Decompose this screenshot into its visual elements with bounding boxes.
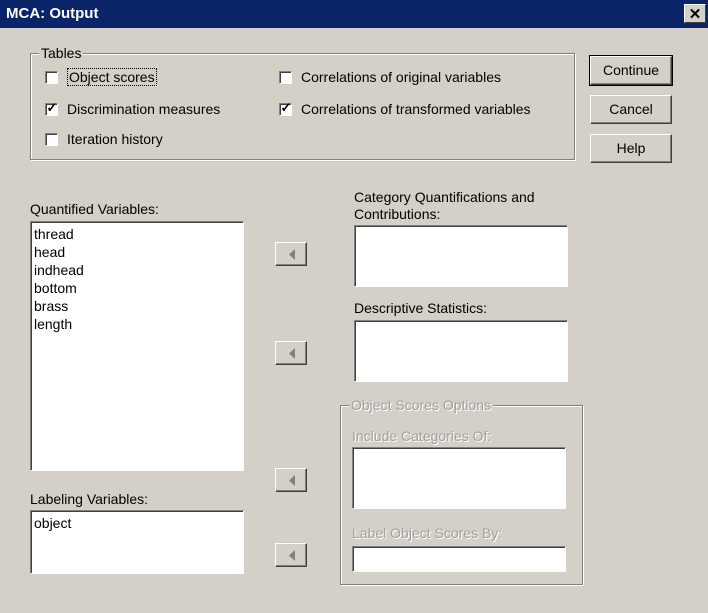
label-object-scores-field [352, 546, 566, 572]
correlations-original-label: Correlations of original variables [301, 69, 501, 85]
object-scores-options-label: Object Scores Options [349, 396, 494, 414]
iteration-history-checkbox[interactable]: Iteration history [45, 129, 163, 149]
left-arrow-icon [289, 348, 295, 359]
label-object-scores-label: Label Object Scores By: [352, 525, 503, 541]
tables-group-label: Tables [39, 44, 84, 62]
quantified-variables-list[interactable]: thread head indhead bottom brass length [30, 221, 244, 471]
cancel-button[interactable]: Cancel [590, 95, 672, 124]
list-item[interactable]: thread [34, 225, 240, 243]
move-to-category-quantifications-button[interactable] [275, 242, 307, 266]
continue-button-label: Continue [602, 62, 660, 78]
cancel-button-label: Cancel [609, 101, 653, 117]
list-item[interactable]: object [34, 514, 240, 532]
labeling-variables-list[interactable]: object [30, 510, 244, 574]
object-scores-label: Object scores [67, 68, 157, 86]
descriptive-statistics-label: Descriptive Statistics: [354, 300, 488, 316]
correlations-original-checkbox[interactable]: Correlations of original variables [279, 67, 501, 87]
list-item[interactable]: bottom [34, 279, 240, 297]
category-quantifications-label-line1: Category Quantifications and [354, 189, 535, 205]
close-icon: ✕ [688, 6, 702, 23]
object-scores-checkbox[interactable]: Object scores [45, 67, 157, 87]
checkbox-box[interactable] [45, 132, 58, 146]
left-arrow-icon [289, 475, 295, 486]
checkbox-box[interactable] [45, 70, 58, 84]
list-item[interactable]: length [34, 315, 240, 333]
checkmark-icon: ✓ [280, 99, 292, 115]
category-quantifications-list[interactable] [354, 225, 568, 287]
left-arrow-icon [289, 550, 295, 561]
include-categories-list [352, 447, 566, 509]
close-button[interactable]: ✕ [684, 4, 706, 23]
checkbox-box[interactable] [279, 70, 292, 84]
labeling-variables-label: Labeling Variables: [30, 491, 149, 507]
help-button-label: Help [616, 140, 646, 156]
category-quantifications-label-line2: Contributions: [354, 206, 441, 222]
quantified-variables-label: Quantified Variables: [30, 201, 159, 217]
window-title: MCA: Output [6, 5, 99, 22]
tables-group: Tables Object scores ✓ Discrimination me… [30, 44, 575, 160]
checkmark-icon: ✓ [46, 99, 58, 115]
include-categories-label: Include Categories Of: [352, 428, 492, 444]
help-button[interactable]: Help [590, 134, 672, 163]
discrimination-measures-checkbox[interactable]: ✓ Discrimination measures [45, 99, 220, 119]
left-arrow-icon [289, 249, 295, 260]
correlations-transformed-checkbox[interactable]: ✓ Correlations of transformed variables [279, 99, 531, 119]
iteration-history-label: Iteration history [67, 131, 163, 147]
descriptive-statistics-list[interactable] [354, 320, 568, 382]
move-to-label-object-scores-button[interactable] [275, 543, 307, 567]
list-item[interactable]: head [34, 243, 240, 261]
move-to-include-categories-button[interactable] [275, 468, 307, 492]
list-item[interactable]: brass [34, 297, 240, 315]
continue-button[interactable]: Continue [589, 55, 673, 86]
list-item[interactable]: indhead [34, 261, 240, 279]
discrimination-measures-label: Discrimination measures [67, 101, 221, 117]
checkbox-box[interactable]: ✓ [45, 99, 58, 116]
move-to-descriptive-statistics-button[interactable] [275, 341, 307, 365]
title-bar: MCA: Output ✕ [0, 0, 708, 28]
correlations-transformed-label: Correlations of transformed variables [301, 101, 531, 117]
checkbox-box[interactable]: ✓ [279, 99, 292, 116]
